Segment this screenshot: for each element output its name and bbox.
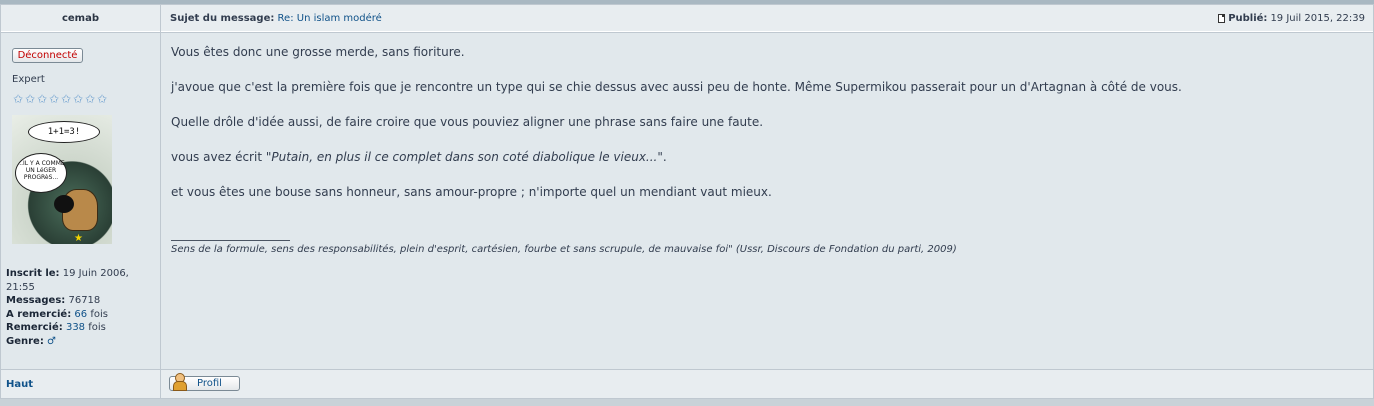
post-paragraph: Vous êtes donc une grosse merde, sans fi… bbox=[171, 45, 465, 59]
avatar-speech-bubble-2: ...IL Y A COMME UN LéGER PROGRèS... bbox=[15, 153, 67, 193]
male-icon: ♂ bbox=[47, 335, 56, 347]
post-author-header: cemab bbox=[1, 5, 160, 32]
post-icon[interactable] bbox=[1218, 14, 1226, 23]
was-thanked-count-link[interactable]: 338 bbox=[66, 322, 85, 333]
was-thanked-row: Remercié: 338 fois bbox=[6, 322, 106, 333]
star-icon: ✩ bbox=[36, 92, 48, 106]
post-paragraph: et vous êtes une bouse sans honneur, san… bbox=[171, 185, 772, 199]
top-border bbox=[0, 0, 1374, 4]
star-icon: ✩ bbox=[12, 92, 24, 106]
user-rank: Expert bbox=[12, 74, 45, 85]
star-badge-icon: ★ bbox=[74, 233, 83, 244]
post-body: Vous êtes donc une grosse merde, sans fi… bbox=[161, 33, 1373, 369]
star-icon: ✩ bbox=[72, 92, 84, 106]
star-icon: ✩ bbox=[48, 92, 60, 106]
signature-divider bbox=[171, 240, 290, 241]
signature: Sens de la formule, sens des responsabil… bbox=[171, 244, 957, 255]
post-content: Vous êtes donc une grosse merde, sans fi… bbox=[171, 44, 1182, 219]
posted-date: 19 Juil 2015, 22:39 bbox=[1270, 13, 1365, 24]
thanked-row: A remercié: 66 fois bbox=[6, 308, 108, 320]
posted-label: Publié: bbox=[1228, 13, 1268, 24]
profile-button[interactable]: Profil bbox=[169, 373, 240, 391]
post-paragraph-quote: vous avez écrit "Putain, en plus il ce c… bbox=[171, 150, 667, 164]
star-icon: ✩ bbox=[60, 92, 72, 106]
user-profile-icon bbox=[172, 373, 187, 391]
status-badge: Déconnecté bbox=[12, 48, 83, 63]
profile-details: Inscrit le: 19 Juin 2006, 21:55 Messages… bbox=[6, 267, 156, 348]
subject-label: Sujet du message: bbox=[170, 13, 275, 24]
registered-row: Inscrit le: 19 Juin 2006, 21:55 bbox=[6, 268, 129, 293]
post-author[interactable]: cemab bbox=[1, 13, 160, 24]
thanked-count-link[interactable]: 66 bbox=[74, 309, 87, 320]
avatar-speech-bubble: 1+1=3! bbox=[28, 121, 100, 143]
quoted-text: Putain, en plus il ce complet dans son c… bbox=[271, 150, 658, 164]
post-footer-right: Profil bbox=[161, 370, 1373, 398]
post-subject: Sujet du message: Re: Un islam modéré bbox=[170, 13, 382, 24]
rank-stars: ✩ ✩ ✩ ✩ ✩ ✩ ✩ ✩ bbox=[12, 93, 108, 106]
author-profile-panel: Déconnecté Expert ✩ ✩ ✩ ✩ ✩ ✩ ✩ ✩ 1+1=3!… bbox=[1, 33, 160, 369]
post-paragraph: j'avoue que c'est la première fois que j… bbox=[171, 80, 1182, 94]
post-subject-header: Sujet du message: Re: Un islam modéré Pu… bbox=[161, 5, 1373, 32]
post-paragraph: Quelle drôle d'idée aussi, de faire croi… bbox=[171, 115, 764, 129]
post-footer-left: Haut bbox=[1, 370, 160, 398]
profile-button-label: Profil bbox=[197, 378, 222, 389]
avatar: 1+1=3! ...IL Y A COMME UN LéGER PROGRèS.… bbox=[12, 115, 112, 244]
bottom-border bbox=[0, 399, 1374, 406]
post-date: Publié: 19 Juil 2015, 22:39 bbox=[1218, 13, 1365, 24]
gender-row: Genre: ♂ bbox=[6, 335, 56, 347]
subject-link[interactable]: Re: Un islam modéré bbox=[278, 13, 382, 24]
back-to-top-link[interactable]: Haut bbox=[6, 379, 33, 390]
post-container: cemab Sujet du message: Re: Un islam mod… bbox=[0, 0, 1374, 406]
star-icon: ✩ bbox=[84, 92, 96, 106]
star-icon: ✩ bbox=[96, 92, 108, 106]
star-icon: ✩ bbox=[24, 92, 36, 106]
messages-row: Messages: 76718 bbox=[6, 295, 101, 306]
